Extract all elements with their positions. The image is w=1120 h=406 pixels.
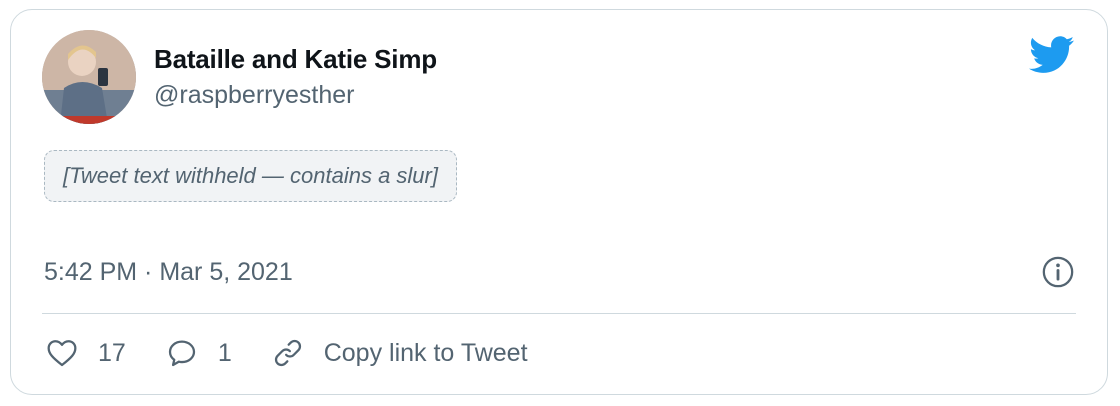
divider	[42, 313, 1076, 314]
heart-icon	[47, 340, 77, 367]
reply-button[interactable]: 1	[166, 337, 232, 369]
tweet-actions: 17 1 Copy link to Tweet	[46, 337, 528, 369]
speech-bubble-icon	[168, 340, 195, 367]
tweet-body: [Tweet text withheld — contains a slur]	[44, 150, 1067, 202]
info-icon[interactable]	[1041, 255, 1075, 289]
copy-link-label: Copy link to Tweet	[323, 338, 528, 367]
user-handle[interactable]: @raspberryesther	[154, 81, 354, 110]
reply-count: 1	[217, 338, 232, 367]
display-name[interactable]: Bataille and Katie Simp	[154, 44, 437, 75]
like-count: 17	[98, 338, 126, 367]
twitter-bird-icon[interactable]	[1029, 36, 1075, 74]
avatar[interactable]	[42, 30, 136, 124]
link-icon	[274, 339, 301, 367]
tweet-timestamp[interactable]: 5:42 PM · Mar 5, 2021	[44, 258, 293, 287]
avatar-photo	[42, 30, 136, 124]
tweet-body-notice: [Tweet text withheld — contains a slur]	[44, 150, 457, 202]
copy-link-button[interactable]: Copy link to Tweet	[272, 337, 528, 369]
tweet-card: Bataille and Katie Simp @raspberryesther…	[10, 9, 1108, 395]
like-button[interactable]: 17	[46, 337, 126, 369]
